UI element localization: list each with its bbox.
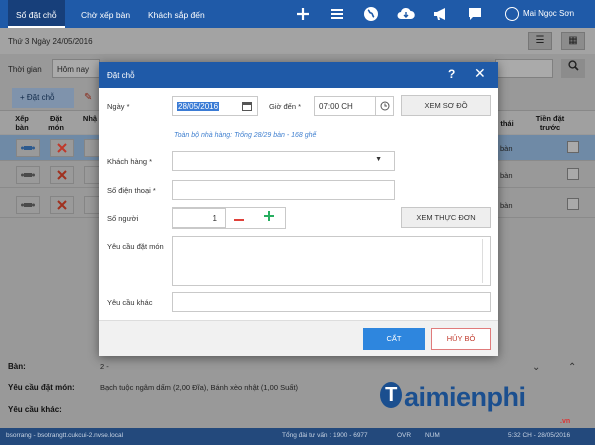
customer-select[interactable]: ▼ — [172, 151, 395, 171]
deposit-checkbox[interactable] — [567, 198, 579, 210]
textarea-scrollbar[interactable] — [482, 239, 488, 283]
deposit-checkbox[interactable] — [567, 141, 579, 153]
view-menu-button[interactable]: XEM THỰC ĐƠN — [401, 207, 491, 228]
date-value: 28/05/2016 — [177, 102, 220, 111]
status-server: bsorrang - bsotrangtt.cukcui-2.nvse.loca… — [6, 432, 124, 439]
save-button[interactable]: CẤT — [363, 328, 425, 350]
receive-icon[interactable] — [84, 166, 100, 184]
help-icon[interactable]: ? — [448, 67, 455, 81]
row-status: bàn — [500, 171, 513, 180]
top-nav-bar: Sổ đặt chỗ Chờ xếp bàn Khách sắp đến Mai… — [0, 0, 595, 28]
col-status: thái — [500, 119, 514, 128]
chevron-up-icon[interactable]: ⌃ — [568, 362, 576, 373]
clock-icon[interactable] — [375, 97, 393, 115]
status-bar: bsorrang - bsotrangtt.cukcui-2.nvse.loca… — [0, 428, 595, 445]
tab-waiting-seat[interactable]: Chờ xếp bàn — [73, 0, 138, 28]
watermark-domain: .vn — [560, 418, 571, 425]
view-floor-plan-button[interactable]: XEM SƠ ĐỒ — [401, 95, 491, 116]
user-name: Mai Ngọc Sơn — [523, 9, 575, 18]
status-hotline: Tổng đài tư vấn : 1900 - 6977 — [282, 432, 368, 439]
search-icon[interactable] — [561, 59, 585, 78]
row-status: bàn — [500, 201, 513, 210]
receive-icon[interactable] — [84, 196, 100, 214]
assign-table-icon[interactable] — [16, 139, 40, 157]
user-avatar-icon — [505, 7, 519, 21]
order-request-textarea[interactable] — [172, 236, 491, 286]
detail-order-value: Bạch tuộc ngâm dấm (2,00 Đĩa), Bánh xèo … — [100, 383, 299, 392]
order-food-icon[interactable] — [50, 139, 74, 157]
edit-icon[interactable]: ✎ — [84, 92, 92, 103]
list-view-icon[interactable]: ☰ — [528, 32, 552, 50]
status-ovr: OVR — [397, 432, 412, 439]
detail-other-label: Yêu cầu khác: — [8, 405, 62, 414]
calendar-icon[interactable] — [242, 101, 252, 113]
col-deposit: Tiền đặt trước — [535, 114, 565, 132]
detail-order-label: Yêu cầu đặt món: — [8, 383, 75, 392]
order-food-icon[interactable] — [50, 166, 74, 184]
globe-icon[interactable] — [361, 4, 381, 24]
grid-view-icon[interactable]: ▦ — [561, 32, 585, 50]
time-filter-select[interactable]: Hôm nay — [52, 59, 100, 78]
search-input[interactable] — [495, 59, 553, 78]
assign-table-icon[interactable] — [16, 166, 40, 184]
megaphone-icon[interactable] — [431, 4, 451, 24]
close-icon[interactable]: ✕ — [474, 65, 486, 82]
status-num: NUM — [425, 432, 440, 439]
cloud-download-icon[interactable] — [396, 4, 416, 24]
arrival-time-field[interactable]: 07:00 CH — [314, 96, 394, 116]
dialog-header: Đặt chỗ ? ✕ — [99, 62, 498, 88]
date-field[interactable]: 28/05/2016 — [172, 96, 258, 116]
availability-note: Toàn bộ nhà hàng: Trống 28/29 bàn - 168 … — [174, 132, 317, 139]
guests-field[interactable]: 1 — [172, 208, 226, 228]
user-menu[interactable]: Mai Ngọc Sơn — [505, 0, 574, 28]
receive-icon[interactable] — [84, 139, 100, 157]
plus-icon: + — [20, 93, 25, 102]
date-label: Ngày * — [107, 102, 130, 111]
other-request-field[interactable] — [172, 292, 491, 312]
arrival-time-label: Giờ đến * — [269, 102, 302, 111]
order-food-icon[interactable] — [50, 196, 74, 214]
decrease-guests-button[interactable] — [227, 208, 251, 228]
watermark-logo: Taimienphi — [380, 382, 526, 413]
menu-icon[interactable] — [327, 4, 347, 24]
order-request-label: Yêu cầu đặt món — [107, 242, 164, 251]
reservation-dialog: Đặt chỗ ? ✕ Ngày * 28/05/2016 Giờ đến * … — [99, 62, 498, 356]
row-status: bàn — [500, 144, 513, 153]
current-date: Thứ 3 Ngày 24/05/2016 — [8, 37, 93, 46]
tab-arriving-guests[interactable]: Khách sắp đến — [140, 0, 213, 28]
tab-reservations[interactable]: Sổ đặt chỗ — [8, 0, 65, 28]
customer-label: Khách hàng * — [107, 157, 153, 166]
deposit-checkbox[interactable] — [567, 168, 579, 180]
col-order-food: Đặt món — [48, 114, 64, 132]
dialog-title: Đặt chỗ — [107, 71, 135, 80]
chat-icon[interactable] — [465, 4, 485, 24]
cancel-button[interactable]: HỦY BỎ — [431, 328, 491, 350]
plus-icon[interactable] — [293, 4, 313, 24]
phone-field[interactable] — [172, 180, 395, 200]
increase-guests-button[interactable] — [257, 208, 281, 228]
col-assign-table: Xếp bàn — [15, 114, 29, 132]
col-received: Nhậ — [82, 114, 98, 123]
caret-down-icon: ▼ — [375, 156, 382, 163]
detail-table-label: Bàn: — [8, 362, 26, 371]
arrival-time-value: 07:00 CH — [319, 102, 353, 111]
add-reservation-label: Đặt chỗ — [26, 93, 55, 102]
detail-table-value: 2 - — [100, 362, 109, 371]
assign-table-icon[interactable] — [16, 196, 40, 214]
chevron-down-icon[interactable]: ⌄ — [532, 362, 540, 373]
time-filter-label: Thời gian — [8, 65, 42, 74]
guests-label: Số người — [107, 214, 139, 223]
status-time: 5:32 CH - 28/05/2016 — [508, 432, 571, 439]
other-request-label: Yêu cầu khác — [107, 298, 153, 307]
phone-label: Số điện thoại * — [107, 186, 156, 195]
date-header: Thứ 3 Ngày 24/05/2016 ☰ ▦ — [0, 28, 595, 54]
add-reservation-button[interactable]: + Đặt chỗ — [12, 88, 74, 108]
